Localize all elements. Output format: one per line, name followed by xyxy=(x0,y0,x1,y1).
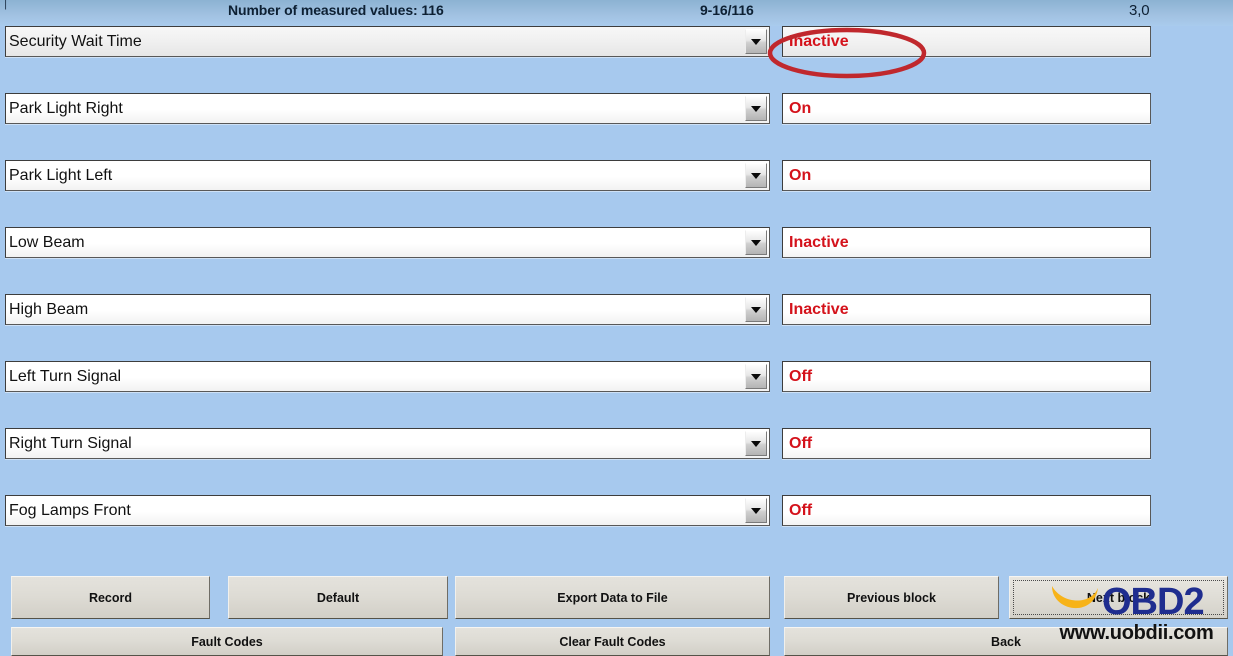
measurement-name-combo[interactable]: Low Beam xyxy=(5,227,770,258)
clear-fault-codes-button[interactable]: Clear Fault Codes xyxy=(455,627,770,656)
block-range-label: 9-16/116 xyxy=(700,2,754,18)
button-label: Clear Fault Codes xyxy=(559,635,666,649)
measurement-value-field[interactable]: On xyxy=(782,93,1151,124)
measurement-name-label: Low Beam xyxy=(9,233,85,251)
vcds-measuring-blocks-screen: | Number of measured values: 116 9-16/11… xyxy=(0,0,1233,656)
next-block-button[interactable]: Next block xyxy=(1009,576,1228,619)
header-bar: | Number of measured values: 116 9-16/11… xyxy=(0,0,1233,26)
button-label: Previous block xyxy=(847,590,936,605)
measurement-name-combo[interactable]: Park Light Left xyxy=(5,160,770,191)
chevron-down-icon[interactable] xyxy=(745,431,767,456)
header-right-value: 3,0 xyxy=(1129,2,1150,19)
measurement-row: Fog Lamps Front Off xyxy=(0,495,1233,562)
measurement-name-label: Security Wait Time xyxy=(9,32,142,50)
measurement-name-label: Park Light Left xyxy=(9,166,113,184)
measurement-value-field[interactable]: Inactive xyxy=(782,227,1151,258)
measurement-row: High Beam Inactive xyxy=(0,294,1233,361)
measurement-name-combo[interactable]: Park Light Right xyxy=(5,93,770,124)
chevron-down-icon[interactable] xyxy=(745,29,767,54)
measurement-value-field[interactable]: Inactive xyxy=(782,26,1151,57)
export-data-to-file-button[interactable]: Export Data to File xyxy=(455,576,770,619)
measurement-value-text: On xyxy=(789,99,812,117)
button-label: Fault Codes xyxy=(191,635,263,649)
button-label: Export Data to File xyxy=(557,590,668,605)
toolbar-primary: Record Default Export Data to File Previous… xyxy=(0,576,1233,621)
record-button[interactable]: Record xyxy=(11,576,210,619)
measurement-value-text: Inactive xyxy=(789,233,849,251)
measurement-row: Security Wait Time Inactive xyxy=(0,26,1233,93)
measurement-value-field[interactable]: Inactive xyxy=(782,294,1151,325)
chevron-down-icon[interactable] xyxy=(745,297,767,322)
button-label: Record xyxy=(88,590,133,605)
measurement-row: Left Turn Signal Off xyxy=(0,361,1233,428)
measurement-row: Right Turn Signal Off xyxy=(0,428,1233,495)
measurement-value-text: Off xyxy=(789,434,813,452)
measured-values-count-label: Number of measured values: 116 xyxy=(228,2,444,18)
default-button[interactable]: Default xyxy=(228,576,448,619)
measurement-value-text: Off xyxy=(789,367,813,385)
measurement-name-combo[interactable]: Fog Lamps Front xyxy=(5,495,770,526)
measurement-row: Park Light Left On xyxy=(0,160,1233,227)
measurement-value-field[interactable]: Off xyxy=(782,361,1151,392)
measurement-name-label: Fog Lamps Front xyxy=(9,501,131,519)
chevron-down-icon[interactable] xyxy=(745,163,767,188)
measurement-value-text: Off xyxy=(789,501,813,519)
measurement-rows: Security Wait Time Inactive Park Light Rig… xyxy=(0,26,1233,562)
chevron-down-icon[interactable] xyxy=(745,96,767,121)
measurement-name-label: High Beam xyxy=(9,300,89,318)
chevron-down-icon[interactable] xyxy=(745,230,767,255)
measurement-value-field[interactable]: Off xyxy=(782,428,1151,459)
measurement-name-combo[interactable]: High Beam xyxy=(5,294,770,325)
measurement-value-text: On xyxy=(789,166,812,184)
measurement-name-combo[interactable]: Left Turn Signal xyxy=(5,361,770,392)
measurement-value-text: Inactive xyxy=(789,300,849,318)
button-label: Back xyxy=(991,635,1021,649)
measurement-name-combo[interactable]: Security Wait Time xyxy=(5,26,770,57)
header-left-marker: | xyxy=(4,0,8,10)
previous-block-button[interactable]: Previous block xyxy=(784,576,999,619)
toolbar-secondary: Fault Codes Clear Fault Codes Back xyxy=(0,627,1233,656)
measurement-name-combo[interactable]: Right Turn Signal xyxy=(5,428,770,459)
measurement-value-text: Inactive xyxy=(789,32,849,50)
back-button[interactable]: Back xyxy=(784,627,1228,656)
chevron-down-icon[interactable] xyxy=(745,364,767,389)
measurement-value-field[interactable]: On xyxy=(782,160,1151,191)
fault-codes-button[interactable]: Fault Codes xyxy=(11,627,443,656)
focus-ring xyxy=(1013,580,1224,615)
button-label: Default xyxy=(316,590,360,605)
measurement-name-label: Left Turn Signal xyxy=(9,367,122,385)
measurement-value-field[interactable]: Off xyxy=(782,495,1151,526)
measurement-name-label: Park Light Right xyxy=(9,99,123,117)
measurement-name-label: Right Turn Signal xyxy=(9,434,132,452)
measurement-row: Low Beam Inactive xyxy=(0,227,1233,294)
chevron-down-icon[interactable] xyxy=(745,498,767,523)
measurement-row: Park Light Right On xyxy=(0,93,1233,160)
